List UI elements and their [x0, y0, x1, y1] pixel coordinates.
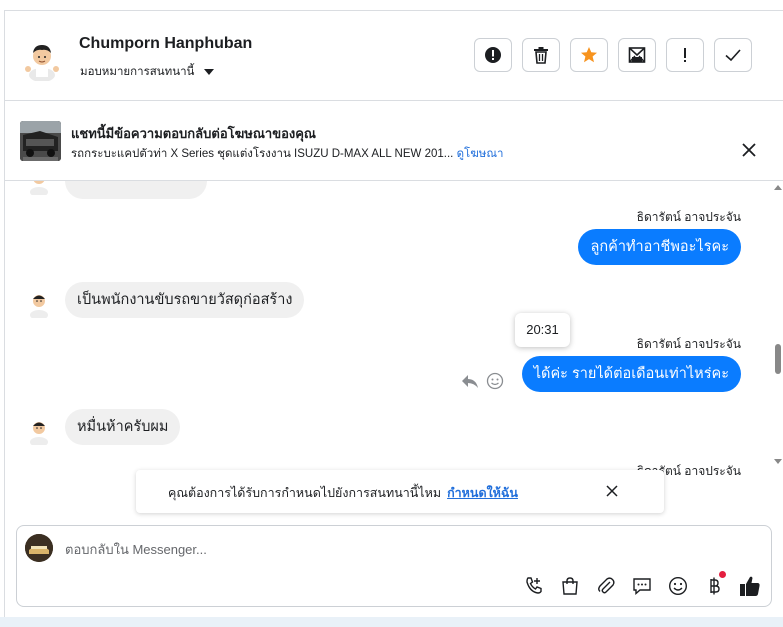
scroll-up-arrow[interactable] — [774, 184, 782, 191]
message-thread[interactable]: ธิดารัตน์ อาจประจัน ลูกค้าทำอาชีพอะไรคะ … — [5, 181, 783, 481]
spam-button[interactable] — [474, 38, 512, 72]
message-bubble-outgoing[interactable]: ลูกค้าทำอาชีพอะไรคะ — [578, 229, 741, 265]
alert-circle-icon — [485, 47, 501, 63]
ad-banner-subtitle: รถกระบะแคปตัวท่า X Series ชุดแต่งโรงงาน … — [71, 145, 503, 163]
conversation-panel: Chumporn Hanphuban มอบหมายการสนทนานี้ แช… — [4, 10, 783, 618]
view-ad-link[interactable]: ดูโฆษณา — [457, 148, 504, 160]
page-avatar — [25, 534, 53, 562]
message-bubble-outgoing[interactable]: ได้ค่ะ รายได้ต่อเดือนเท่าไหร่คะ — [521, 356, 741, 392]
star-icon — [581, 47, 597, 63]
thumbs-up-icon — [740, 576, 760, 596]
star-button[interactable] — [570, 38, 608, 72]
conversation-header: Chumporn Hanphuban มอบหมายการสนทนานี้ — [5, 11, 783, 101]
contact-avatar-small — [30, 422, 48, 445]
thread-scrollbar[interactable] — [772, 181, 783, 471]
sender-name: ธิดารัตน์ อาจประจัน — [636, 210, 741, 224]
ad-banner-title: แชทนี้มีข้อความตอบกลับต่อโฆษณาของคุณ — [71, 126, 316, 141]
assign-label: มอบหมายการสนทนานี้ — [80, 66, 195, 78]
trash-icon — [534, 47, 548, 64]
scroll-down-arrow[interactable] — [774, 458, 782, 465]
bottom-strip — [0, 617, 783, 627]
shopping-bag-icon — [562, 577, 578, 595]
assign-conversation-dropdown[interactable]: มอบหมายการสนทนานี้ — [80, 63, 215, 81]
shop-button[interactable] — [558, 574, 582, 598]
payment-button[interactable] — [702, 571, 726, 598]
message-bubble-incoming[interactable]: หมื่นห้าครับผม — [65, 409, 181, 445]
mail-icon — [628, 47, 646, 63]
ad-thumbnail[interactable] — [20, 121, 61, 161]
contact-avatar[interactable] — [21, 39, 63, 81]
message-timestamp-tooltip: 20:31 — [515, 313, 570, 347]
mark-unread-button[interactable] — [618, 38, 656, 72]
emoji-button[interactable] — [666, 574, 690, 598]
message-composer — [16, 525, 772, 607]
caret-down-icon — [204, 69, 215, 75]
call-add-button[interactable] — [522, 574, 546, 598]
reply-icon[interactable] — [461, 372, 479, 390]
saved-replies-button[interactable] — [630, 574, 654, 598]
saved-reply-icon — [633, 578, 651, 596]
assign-to-me-link[interactable]: กำหนดให้ฉัน — [447, 486, 518, 500]
emoji-icon — [668, 576, 688, 596]
delete-button[interactable] — [522, 38, 560, 72]
attach-button[interactable] — [594, 574, 618, 598]
close-icon[interactable] — [605, 484, 619, 498]
ad-reply-banner: แชทนี้มีข้อความตอบกลับต่อโฆษณาของคุณ รถก… — [5, 101, 783, 181]
like-button[interactable] — [738, 574, 762, 598]
assign-prompt-text: คุณต้องการได้รับการกำหนดไปยังการสนทนานี้… — [168, 483, 518, 503]
sender-name: ธิดารัตน์ อาจประจัน — [636, 337, 741, 351]
contact-avatar-small — [30, 181, 48, 195]
follow-up-button[interactable] — [666, 38, 704, 72]
message-bubble-partial — [65, 181, 207, 199]
baht-icon — [710, 577, 720, 595]
close-icon[interactable] — [740, 141, 758, 159]
check-icon — [725, 49, 741, 62]
call-add-icon — [526, 577, 542, 594]
notification-dot — [719, 571, 726, 578]
exclamation-icon — [684, 48, 686, 62]
assign-prompt-question: คุณต้องการได้รับการกำหนดไปยังการสนทนานี้… — [168, 486, 442, 500]
contact-name[interactable]: Chumporn Hanphuban — [79, 35, 252, 53]
reply-input[interactable] — [63, 536, 667, 562]
paperclip-icon — [598, 577, 615, 594]
react-emoji-icon[interactable] — [486, 372, 504, 390]
assign-prompt: คุณต้องการได้รับการกำหนดไปยังการสนทนานี้… — [136, 470, 664, 513]
mark-done-button[interactable] — [714, 38, 752, 72]
message-bubble-incoming[interactable]: เป็นพนักงานขับรถขายวัสดุก่อสร้าง — [65, 282, 305, 318]
ad-description: รถกระบะแคปตัวท่า X Series ชุดแต่งโรงงาน … — [71, 148, 454, 160]
contact-avatar-small — [30, 295, 48, 318]
scrollbar-thumb[interactable] — [775, 344, 781, 374]
